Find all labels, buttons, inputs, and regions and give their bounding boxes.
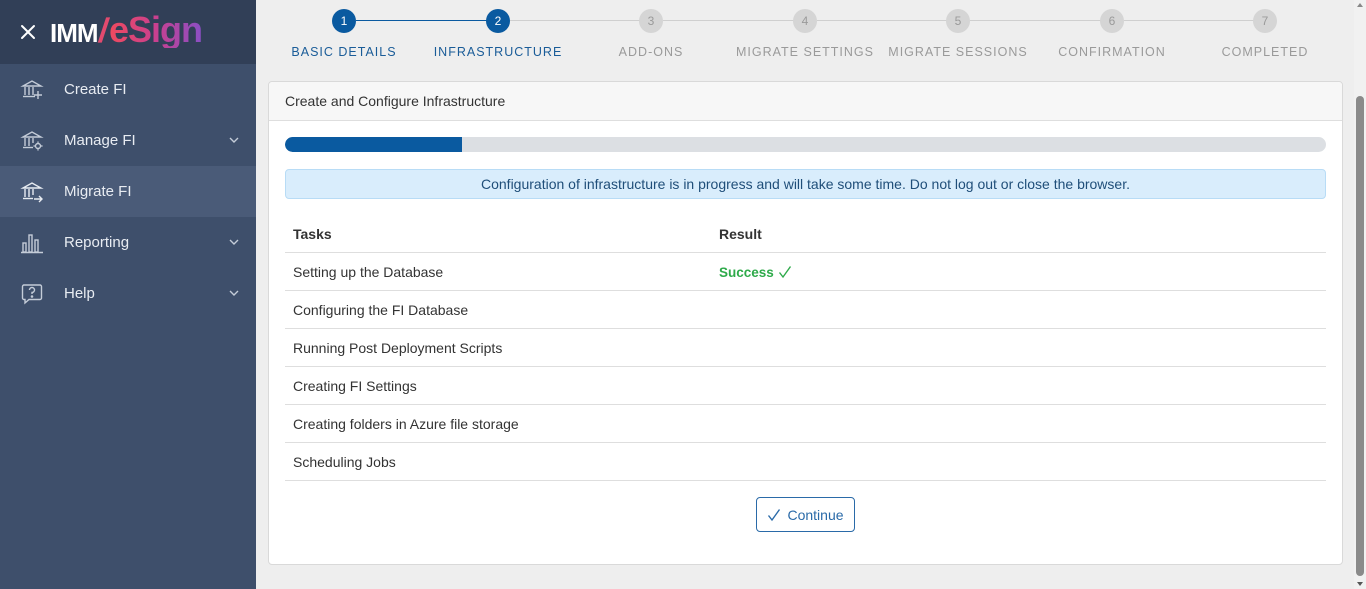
sidebar-item-label: Help — [64, 285, 95, 302]
wizard-stepper: 1 BASIC DETAILS 2 INFRASTRUCTURE 3 ADD-O… — [256, 0, 1354, 72]
sidebar-item-migrate-fi[interactable]: Migrate FI — [0, 166, 256, 217]
column-header-result: Result — [719, 225, 762, 242]
task-name: Configuring the FI Database — [293, 301, 469, 318]
task-name: Creating folders in Azure file storage — [293, 415, 519, 432]
logo-imm-text: IMM — [50, 18, 99, 48]
chevron-down-icon — [229, 239, 239, 245]
step-number: 2 — [486, 9, 510, 33]
sidebar-item-manage-fi[interactable]: Manage FI — [0, 115, 256, 166]
progress-bar — [285, 137, 1326, 152]
step-completed: 7 COMPLETED — [1185, 9, 1345, 59]
step-number: 7 — [1253, 9, 1277, 33]
info-alert: Configuration of infrastructure is in pr… — [285, 169, 1326, 199]
step-migrate-sessions: 5 MIGRATE SESSIONS — [878, 9, 1038, 59]
table-row: Configuring the FI Database — [285, 291, 1326, 329]
main-content: 1 BASIC DETAILS 2 INFRASTRUCTURE 3 ADD-O… — [256, 0, 1354, 589]
table-row: Running Post Deployment Scripts — [285, 329, 1326, 367]
success-text: Success — [719, 264, 774, 280]
step-number: 3 — [639, 9, 663, 33]
sidebar-item-help[interactable]: Help — [0, 268, 256, 319]
close-icon — [21, 25, 35, 39]
task-name: Running Post Deployment Scripts — [293, 339, 503, 356]
task-name: Creating FI Settings — [293, 377, 417, 394]
chevron-down-icon — [229, 290, 239, 296]
step-label: CONFIRMATION — [1058, 45, 1166, 59]
chevron-down-icon — [229, 137, 239, 143]
sidebar: IMM / eSign Create FI Manage FI Migrate … — [0, 0, 256, 589]
step-label: ADD-ONS — [618, 45, 684, 59]
task-name: Setting up the Database — [293, 263, 444, 280]
task-name: Scheduling Jobs — [293, 453, 396, 470]
scroll-up-arrow[interactable] — [1357, 3, 1363, 7]
sidebar-item-reporting[interactable]: Reporting — [0, 217, 256, 268]
sidebar-nav: Create FI Manage FI Migrate FI Reporting… — [0, 64, 256, 319]
step-number: 1 — [332, 9, 356, 33]
checkmark-icon — [768, 508, 781, 521]
close-sidebar-button[interactable] — [18, 22, 38, 42]
step-confirmation: 6 CONFIRMATION — [1032, 9, 1192, 59]
sidebar-item-create-fi[interactable]: Create FI — [0, 64, 256, 115]
step-basic-details[interactable]: 1 BASIC DETAILS — [264, 9, 424, 59]
step-number: 4 — [793, 9, 817, 33]
sidebar-item-label: Manage FI — [64, 132, 136, 149]
table-header-row: Tasks Result — [285, 215, 1326, 253]
step-add-ons: 3 ADD-ONS — [571, 9, 731, 59]
bank-arrow-icon — [20, 180, 44, 204]
bar-chart-icon — [20, 231, 44, 255]
step-label: MIGRATE SETTINGS — [736, 45, 874, 59]
step-infrastructure[interactable]: 2 INFRASTRUCTURE — [418, 9, 578, 59]
sidebar-item-label: Create FI — [64, 81, 127, 98]
progress-bar-fill — [285, 137, 462, 152]
infrastructure-card: Create and Configure Infrastructure Conf… — [268, 81, 1343, 565]
bank-gear-icon — [20, 129, 44, 153]
step-label: INFRASTRUCTURE — [433, 45, 563, 59]
step-number: 6 — [1100, 9, 1124, 33]
step-label: MIGRATE SESSIONS — [888, 45, 1028, 59]
scroll-thumb[interactable] — [1356, 96, 1364, 576]
continue-button[interactable]: Continue — [756, 497, 855, 532]
table-row: Creating FI Settings — [285, 367, 1326, 405]
help-bubble-icon — [20, 282, 44, 306]
column-header-tasks: Tasks — [293, 225, 332, 242]
card-title: Create and Configure Infrastructure — [269, 82, 1342, 121]
tasks-table: Tasks Result Setting up the Database Suc… — [285, 215, 1326, 481]
step-number: 5 — [946, 9, 970, 33]
sidebar-item-label: Migrate FI — [64, 183, 132, 200]
table-row: Creating folders in Azure file storage — [285, 405, 1326, 443]
task-result: Success — [719, 264, 1326, 280]
continue-button-label: Continue — [787, 506, 844, 523]
step-label: BASIC DETAILS — [291, 45, 397, 59]
table-row: Scheduling Jobs — [285, 443, 1326, 481]
sidebar-header: IMM / eSign — [0, 0, 256, 64]
step-label: COMPLETED — [1221, 45, 1309, 59]
page-scrollbar[interactable] — [1354, 0, 1366, 589]
checkmark-icon — [778, 265, 791, 278]
logo-esign-text: eSign — [109, 9, 203, 50]
step-migrate-settings: 4 MIGRATE SETTINGS — [725, 9, 885, 59]
table-row: Setting up the Database Success — [285, 253, 1326, 291]
scroll-down-arrow[interactable] — [1357, 582, 1363, 586]
app-logo: IMM / eSign — [50, 9, 203, 51]
sidebar-item-label: Reporting — [64, 234, 130, 251]
bank-plus-icon — [20, 78, 44, 102]
